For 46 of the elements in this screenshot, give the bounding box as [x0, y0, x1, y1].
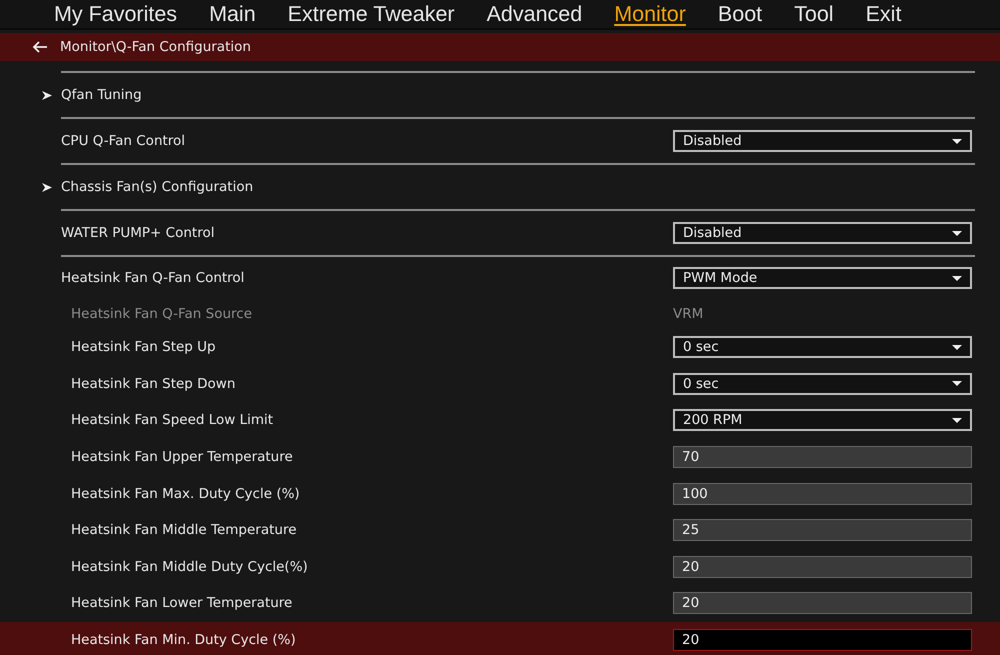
- submenu-link[interactable]: Qfan Tuning: [61, 87, 142, 103]
- caret-icon: [952, 418, 962, 423]
- number-field[interactable]: 25: [673, 519, 972, 542]
- number-field[interactable]: 20: [673, 556, 972, 578]
- breadcrumb-path: Monitor\Q-Fan Configuration: [60, 39, 251, 55]
- setting-label: Heatsink Fan Step Up: [71, 339, 216, 356]
- number-field[interactable]: 20: [673, 592, 972, 614]
- caret-icon: [952, 276, 962, 280]
- menu-tab[interactable]: Monitor: [614, 2, 686, 26]
- menu-tab[interactable]: Boot: [718, 2, 762, 26]
- setting-label: WATER PUMP+ Control: [61, 225, 214, 241]
- setting-label: Heatsink Fan Max. Duty Cycle (%): [71, 486, 300, 502]
- submenu-link[interactable]: Chassis Fan(s) Configuration: [61, 179, 254, 195]
- setting-label: Heatsink Fan Upper Temperature: [71, 449, 293, 466]
- chevron-icon: [42, 90, 52, 100]
- caret-icon: [952, 138, 962, 144]
- dropdown[interactable]: Disabled: [673, 130, 972, 152]
- setting-label: CPU Q-Fan Control: [61, 133, 186, 149]
- menu-tab[interactable]: My Favorites: [54, 2, 178, 26]
- setting-label: Heatsink Fan Q-Fan Source: [71, 306, 252, 322]
- setting-label: Heatsink Fan Q-Fan Control: [61, 270, 244, 286]
- dropdown[interactable]: Disabled: [673, 222, 972, 244]
- dropdown[interactable]: 0 sec: [673, 372, 972, 395]
- setting-label: Heatsink Fan Lower Temperature: [71, 595, 292, 612]
- setting-label: Heatsink Fan Speed Low Limit: [71, 412, 274, 428]
- dropdown[interactable]: 200 RPM: [673, 409, 972, 432]
- setting-label: Heatsink Fan Min. Duty Cycle (%): [71, 632, 296, 648]
- caret-icon: [952, 381, 962, 386]
- menu-tab[interactable]: Advanced: [486, 2, 582, 26]
- menu-tab[interactable]: Extreme Tweaker: [288, 2, 455, 26]
- value-text: VRM: [673, 306, 704, 322]
- menu-tab[interactable]: Tool: [794, 2, 834, 26]
- caret-icon: [952, 230, 962, 236]
- menu-tab[interactable]: Main: [209, 2, 256, 26]
- dropdown[interactable]: PWM Mode: [673, 267, 972, 289]
- back-arrow-icon[interactable]: [32, 41, 48, 53]
- caret-icon: [952, 344, 962, 350]
- dropdown[interactable]: 0 sec: [673, 336, 972, 358]
- menu-tab[interactable]: Exit: [866, 2, 902, 26]
- setting-label: Heatsink Fan Step Down: [71, 376, 236, 392]
- setting-label: Heatsink Fan Middle Duty Cycle(%): [71, 558, 308, 575]
- number-field[interactable]: 100: [673, 482, 972, 505]
- chevron-icon: [42, 182, 52, 192]
- setting-label: Heatsink Fan Middle Temperature: [71, 522, 297, 538]
- number-field[interactable]: 70: [673, 446, 972, 468]
- number-field[interactable]: 20: [673, 629, 972, 652]
